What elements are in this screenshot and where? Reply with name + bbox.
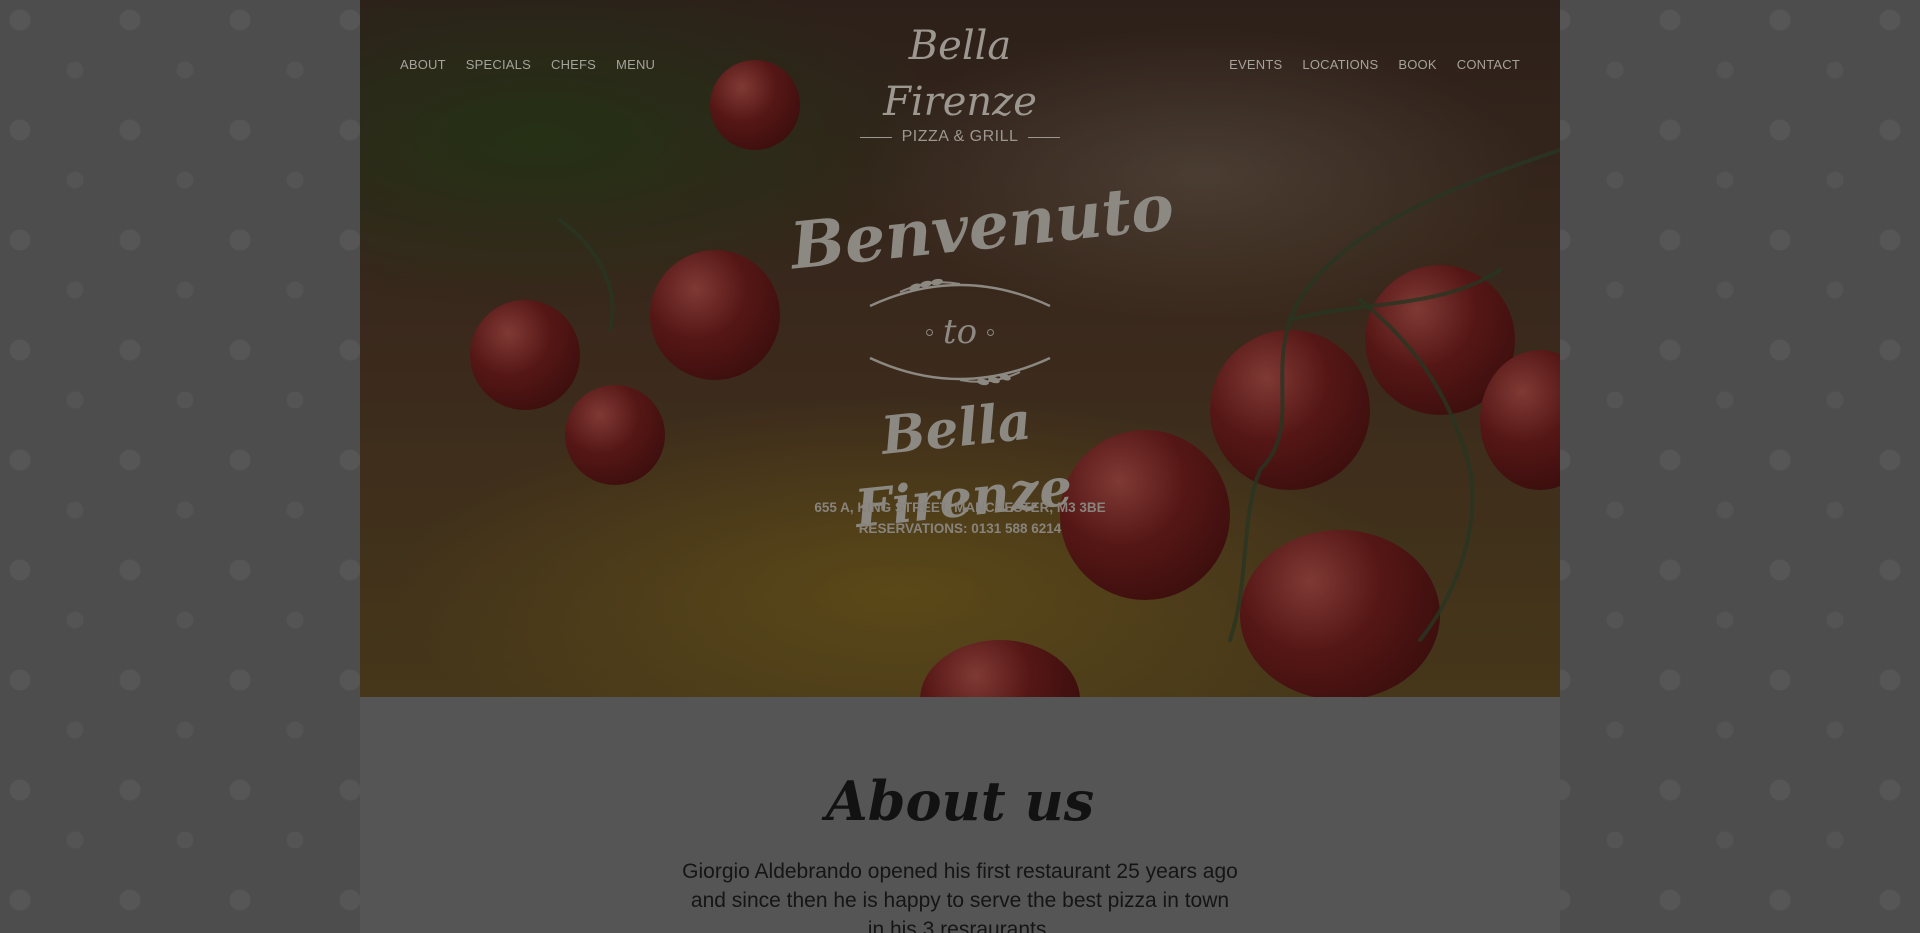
ornament-dot: [987, 328, 995, 336]
about-section: About us Giorgio Aldebrando opened his f…: [360, 697, 1560, 933]
welcome-line2: to: [942, 312, 978, 352]
page-container: ABOUT SPECIALS CHEFS MENU Bella Firenze …: [360, 0, 1560, 933]
about-text: Giorgio Aldebrando opened his first rest…: [682, 860, 1238, 933]
nav-chefs[interactable]: CHEFS: [551, 57, 596, 72]
nav-about[interactable]: ABOUT: [400, 57, 446, 72]
nav-specials[interactable]: SPECIALS: [466, 57, 531, 72]
divider: [859, 136, 892, 138]
brand-logo[interactable]: Bella Firenze PIZZA & GRILL: [850, 18, 1070, 146]
about-title: About us: [825, 769, 1095, 833]
nav-right: EVENTS LOCATIONS BOOK CONTACT: [1229, 57, 1520, 72]
brand-tagline: PIZZA & GRILL: [901, 128, 1019, 145]
welcome-emblem: Benvenuto to Bella Firenze: [787, 170, 1177, 540]
brand-name: Bella Firenze: [883, 23, 1037, 125]
welcome-to-row: to: [790, 312, 1130, 352]
nav-book[interactable]: BOOK: [1398, 57, 1436, 72]
divider: [1028, 136, 1061, 138]
nav-left: ABOUT SPECIALS CHEFS MENU: [400, 57, 655, 72]
nav-contact[interactable]: CONTACT: [1457, 57, 1520, 72]
nav-locations[interactable]: LOCATIONS: [1302, 57, 1378, 72]
ornament-dot: [925, 328, 933, 336]
address-text: 655 A, KING STREET, MANCHESTER, M3 3BE: [814, 500, 1106, 515]
nav-menu[interactable]: MENU: [616, 57, 655, 72]
contact-info: 655 A, KING STREET, MANCHESTER, M3 3BE R…: [740, 497, 1180, 539]
reservations-text: RESERVATIONS: 0131 588 6214: [858, 521, 1062, 536]
hero-section: ABOUT SPECIALS CHEFS MENU Bella Firenze …: [360, 0, 1560, 697]
brand-tagline-row: PIZZA & GRILL: [850, 128, 1070, 146]
nav-events[interactable]: EVENTS: [1229, 57, 1282, 72]
